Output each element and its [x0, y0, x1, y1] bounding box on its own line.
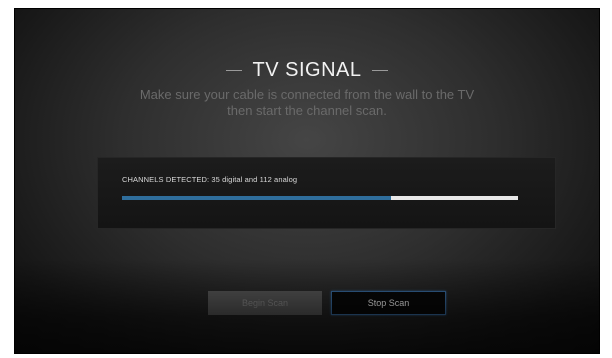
begin-scan-button[interactable]: Begin Scan — [208, 291, 322, 315]
scan-status-panel: CHANNELS DETECTED: 35 digital and 112 an… — [97, 157, 556, 229]
tv-screen: TV SIGNAL Make sure your cable is connec… — [14, 8, 600, 354]
title-dash-left — [225, 69, 242, 71]
title-text: TV SIGNAL — [252, 58, 362, 81]
page-title: TV SIGNAL — [15, 58, 599, 82]
stop-scan-button[interactable]: Stop Scan — [331, 291, 446, 315]
instructions-line-1: Make sure your cable is connected from t… — [139, 87, 475, 102]
channels-detected-label: CHANNELS DETECTED: 35 digital and 112 an… — [122, 175, 298, 184]
title-dash-right — [372, 69, 389, 71]
instructions-line-2: then start the channel scan. — [227, 103, 387, 118]
scan-progress-fill — [122, 196, 392, 200]
instructions: Make sure your cable is connected from t… — [15, 87, 599, 119]
scan-progress-bar — [122, 196, 518, 200]
